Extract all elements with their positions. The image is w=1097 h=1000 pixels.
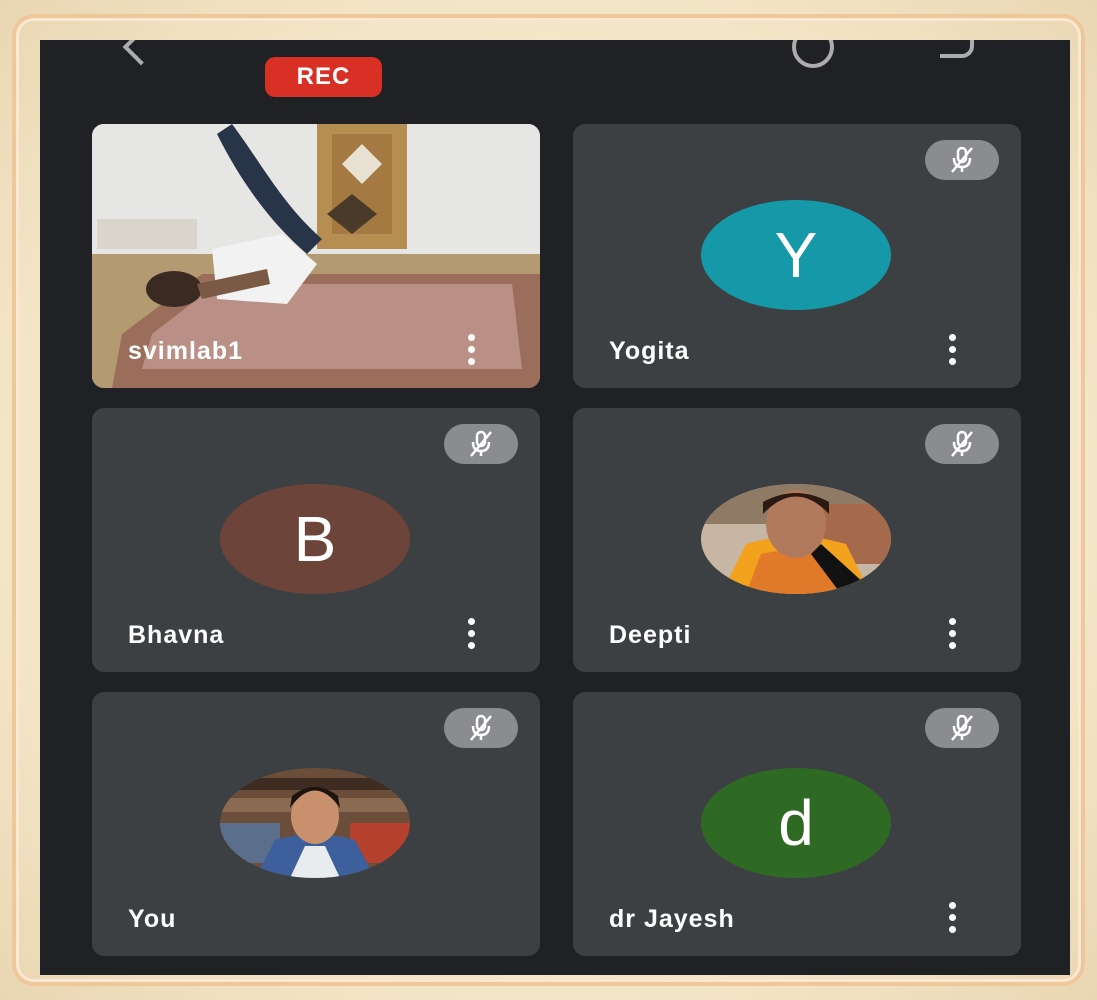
back-icon[interactable] (122, 40, 160, 66)
participant-tile-deepti[interactable]: Deepti (573, 408, 1021, 672)
participant-tile-svimlab1[interactable]: svimlab1 (92, 124, 540, 388)
more-vert-icon[interactable] (466, 334, 476, 366)
meeting-screen: REC svimlab1 Y Yogita B Bhavna Deepti Yo… (40, 40, 1070, 975)
participant-name: Bhavna (128, 621, 225, 649)
recording-badge: REC (265, 57, 382, 97)
mic-off-icon (925, 424, 999, 464)
mic-off-icon (444, 708, 518, 748)
mic-off-icon (444, 424, 518, 464)
avatar: B (220, 484, 410, 594)
speaker-icon[interactable] (940, 40, 974, 58)
participant-name: Yogita (609, 337, 690, 365)
avatar: Y (701, 200, 891, 310)
decorative-frame: REC svimlab1 Y Yogita B Bhavna Deepti Yo… (0, 0, 1097, 1000)
participant-name: dr Jayesh (609, 905, 735, 933)
avatar (701, 484, 891, 594)
avatar: d (701, 768, 891, 878)
mic-off-icon (925, 708, 999, 748)
mic-off-icon (925, 140, 999, 180)
more-vert-icon[interactable] (947, 334, 957, 366)
participant-name: You (128, 905, 177, 933)
participant-tile-bhavna[interactable]: B Bhavna (92, 408, 540, 672)
participant-tile-yogita[interactable]: Y Yogita (573, 124, 1021, 388)
more-vert-icon[interactable] (466, 618, 476, 650)
participant-name: svimlab1 (128, 337, 244, 365)
camera-switch-icon[interactable] (792, 40, 834, 68)
participant-tile-you[interactable]: You (92, 692, 540, 956)
more-vert-icon[interactable] (947, 902, 957, 934)
participant-name: Deepti (609, 621, 692, 649)
avatar (220, 768, 410, 878)
more-vert-icon[interactable] (947, 618, 957, 650)
participant-tile-dr-jayesh[interactable]: d dr Jayesh (573, 692, 1021, 956)
